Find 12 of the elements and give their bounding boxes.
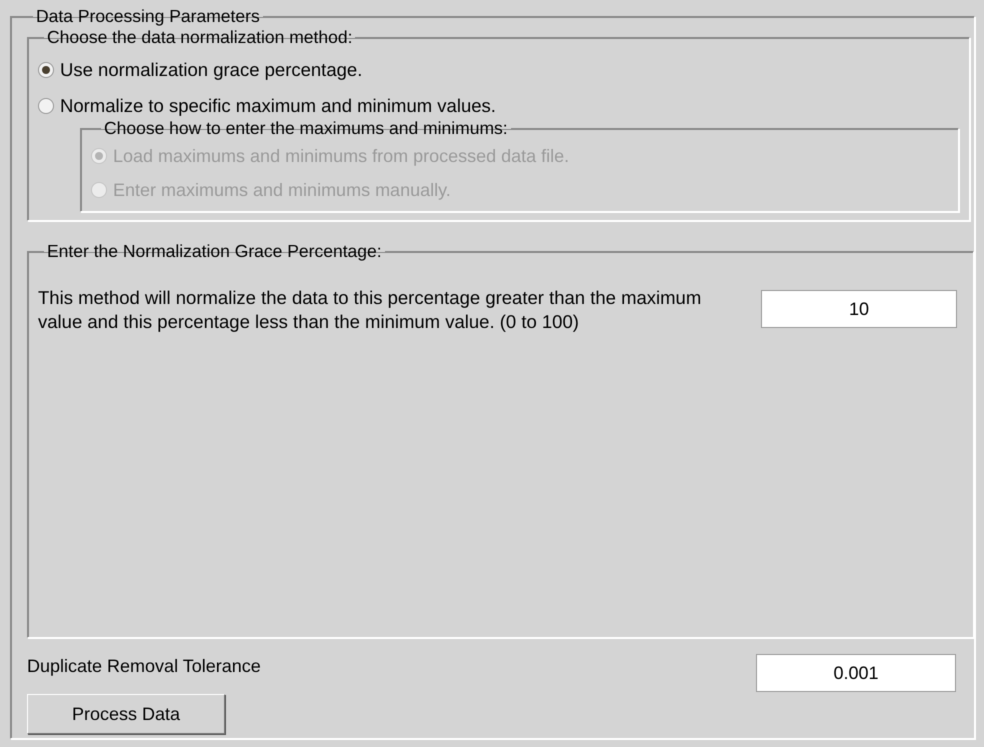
- group-title: Enter the Normalization Grace Percentage:: [46, 241, 383, 262]
- process-button[interactable]: Process Data: [27, 694, 225, 734]
- radio-icon[interactable]: [38, 62, 54, 78]
- radio-icon[interactable]: [38, 98, 54, 114]
- input-field[interactable]: 10: [761, 290, 957, 328]
- field-label: Duplicate Removal Tolerance: [27, 656, 261, 677]
- group-title: Choose the data normalization method:: [46, 27, 354, 48]
- input-field[interactable]: 0.001: [756, 654, 956, 692]
- group-title: Data Processing Parameters: [35, 6, 261, 27]
- group-title: Choose how to enter the maximums and minimums:: [103, 118, 509, 139]
- description-text: This method will normalize the data to this percentage greater than the maximum value and this percentage less than the minimum value. (0 to 100): [38, 286, 702, 334]
- radio-option[interactable]: Use normalization grace percentage.: [38, 52, 362, 88]
